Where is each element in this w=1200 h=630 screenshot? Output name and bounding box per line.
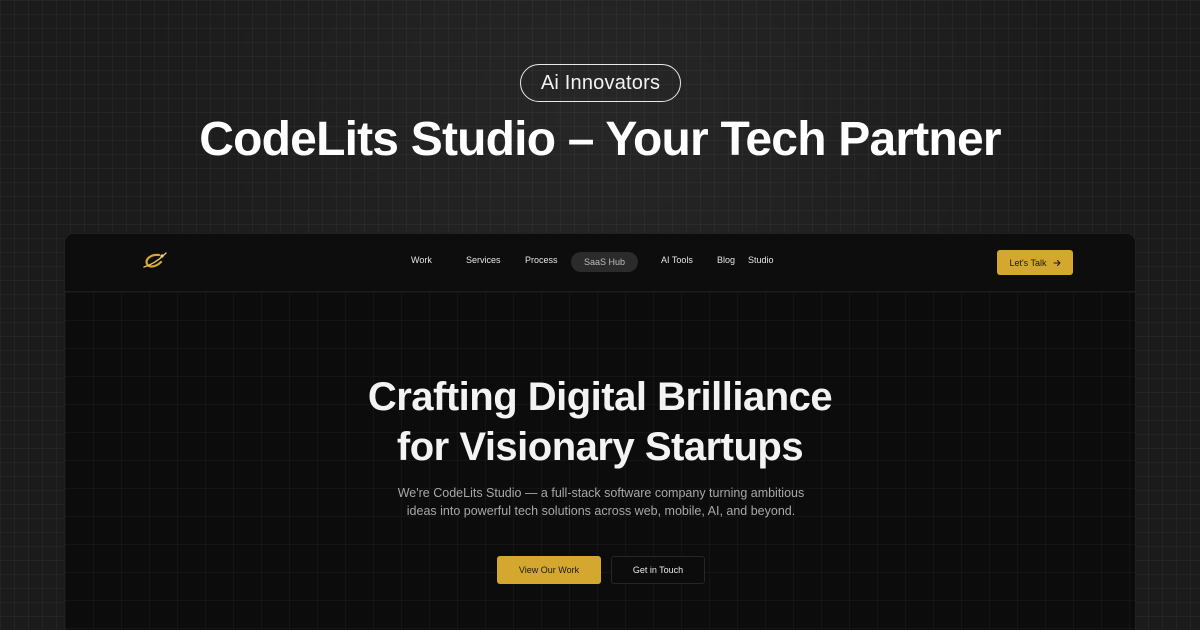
hero-title-line-2: for Visionary Startups bbox=[396, 425, 804, 469]
get-in-touch-button[interactable]: Get in Touch bbox=[611, 556, 705, 584]
view-our-work-button[interactable]: View Our Work bbox=[497, 556, 601, 584]
ai-innovators-badge: Ai Innovators bbox=[520, 64, 681, 102]
page: Ai Innovators CodeLits Studio – Your Tec… bbox=[0, 0, 1200, 630]
nav-item-blog[interactable]: Blog bbox=[717, 255, 735, 265]
nav-item-studio[interactable]: Studio bbox=[748, 255, 774, 265]
hero-section: Crafting Digital Brilliance for Visionar… bbox=[65, 292, 1135, 630]
top-navigation: Work Services Process SaaS Hub AI Tools … bbox=[65, 234, 1135, 292]
hero-subtitle: We're CodeLits Studio — a full-stack sof… bbox=[397, 486, 805, 518]
nav-item-ai-tools[interactable]: AI Tools bbox=[661, 255, 693, 265]
nav-item-services[interactable]: Services bbox=[466, 255, 501, 265]
hero-title: Crafting Digital Brilliance for Visionar… bbox=[65, 372, 1135, 472]
nav-item-saas-hub[interactable]: SaaS Hub bbox=[571, 252, 638, 272]
website-preview: Work Services Process SaaS Hub AI Tools … bbox=[64, 233, 1136, 630]
nav-item-work[interactable]: Work bbox=[411, 255, 432, 265]
page-headline: CodeLits Studio – Your Tech Partner bbox=[199, 113, 1001, 166]
codelits-logo-icon[interactable] bbox=[141, 250, 169, 272]
lets-talk-label: Let's Talk bbox=[1009, 257, 1047, 268]
hero-title-line-1: Crafting Digital Brilliance bbox=[367, 375, 833, 419]
lets-talk-button[interactable]: Let's Talk bbox=[997, 250, 1073, 275]
arrow-right-icon bbox=[1053, 259, 1061, 266]
nav-item-process[interactable]: Process bbox=[525, 255, 558, 265]
